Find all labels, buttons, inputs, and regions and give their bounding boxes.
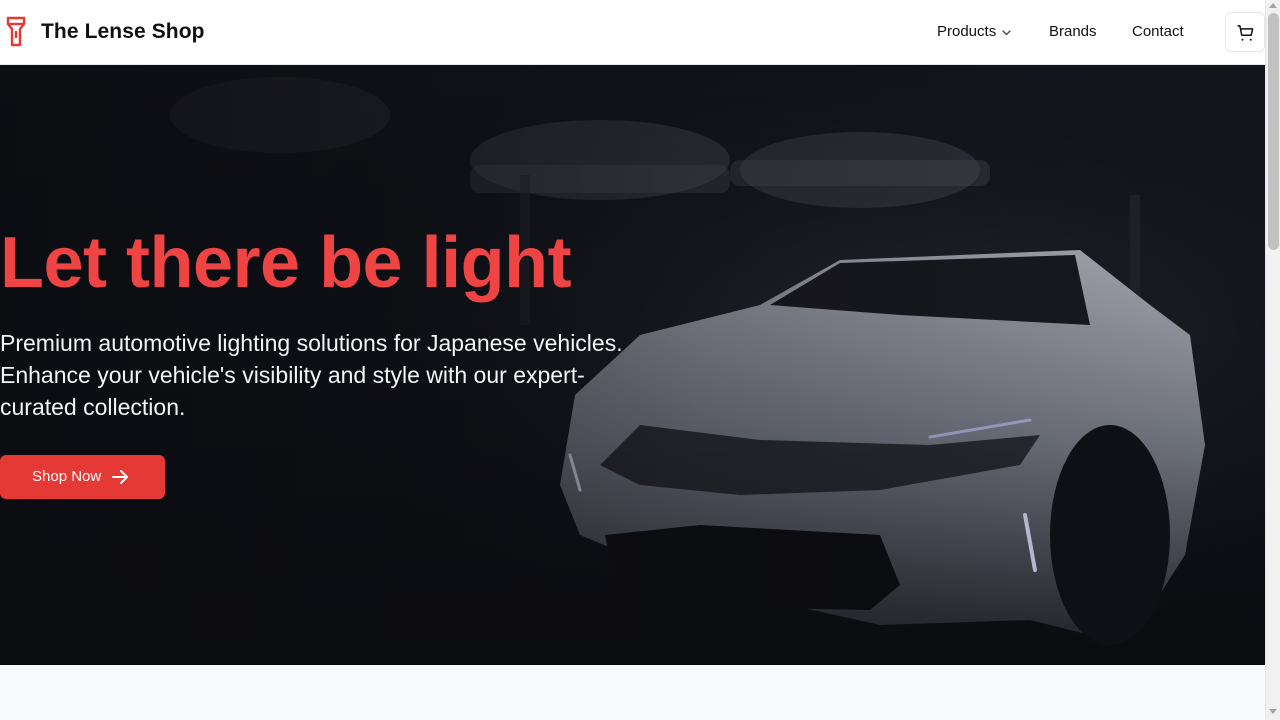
hero-headline: Let there be light xyxy=(0,223,572,303)
nav-products[interactable]: Products xyxy=(937,23,996,40)
hero-subtitle: Premium automotive lighting solutions fo… xyxy=(0,330,623,420)
scroll-thumb[interactable] xyxy=(1268,13,1279,250)
page: The Lense Shop Products Brands Contact L… xyxy=(0,0,1265,720)
site-header: The Lense Shop Products Brands Contact xyxy=(0,0,1265,65)
vertical-scrollbar[interactable] xyxy=(1265,0,1280,720)
next-section xyxy=(0,665,1265,720)
chevron-down-icon[interactable] xyxy=(1001,27,1012,38)
shopping-cart-icon xyxy=(1237,25,1254,41)
shop-now-button[interactable]: Shop Now xyxy=(0,455,165,499)
nav-contact[interactable]: Contact xyxy=(1132,23,1184,40)
brand-name[interactable]: The Lense Shop xyxy=(41,20,205,44)
hero-section: Let there be light Premium automotive li… xyxy=(0,65,1265,665)
scroll-down-icon[interactable] xyxy=(1269,709,1277,714)
scroll-up-icon[interactable] xyxy=(1269,3,1277,8)
flashlight-icon[interactable] xyxy=(5,16,27,47)
arrow-right-icon xyxy=(112,470,128,484)
shop-now-label: Shop Now xyxy=(32,468,102,485)
nav-brands[interactable]: Brands xyxy=(1049,23,1097,40)
cart-button[interactable] xyxy=(1225,12,1265,52)
